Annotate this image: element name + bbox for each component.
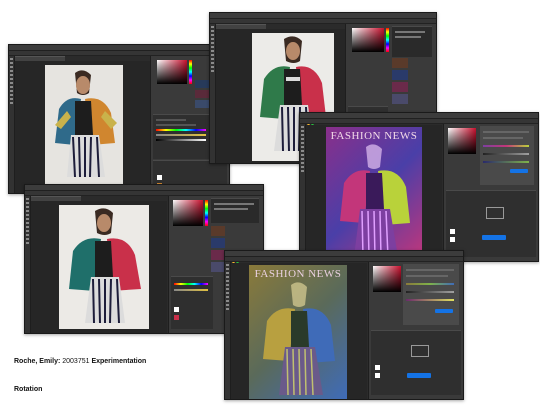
hue-slider[interactable] [205, 200, 208, 226]
layer-thumbnail[interactable] [450, 229, 455, 234]
model-photo [340, 144, 410, 258]
tutorial-thumbnail[interactable] [392, 58, 408, 68]
color-picker[interactable] [352, 28, 384, 52]
student-id: 2003751 [60, 358, 92, 365]
photo-canvas[interactable] [59, 205, 149, 329]
photoshop-window-5[interactable]: FASHION NEWS [224, 250, 464, 400]
hue-slider[interactable] [386, 28, 389, 52]
author-caption: Roche, Emily: 2003751 Experimentation [14, 358, 146, 365]
tutorial-thumbnail[interactable] [211, 262, 225, 272]
project-title: Experimentation [91, 358, 147, 365]
photoshop-window-1[interactable] [8, 44, 230, 194]
canvas-area[interactable]: FASHION NEWS [306, 125, 442, 261]
layer-thumbnail[interactable] [157, 175, 162, 180]
properties-panel[interactable] [171, 276, 213, 329]
model-photo [45, 65, 123, 189]
libraries-panel[interactable] [371, 330, 461, 395]
poster-canvas[interactable]: FASHION NEWS [326, 127, 422, 261]
tutorial-thumbnail[interactable] [211, 238, 225, 248]
adjustment-dialog[interactable] [480, 126, 534, 185]
photoshop-window-3[interactable]: FASHION NEWS [299, 112, 539, 262]
author-name: Roche, Emily: [14, 358, 61, 365]
adjustment-dialog[interactable] [403, 264, 459, 325]
tutorial-thumbnail[interactable] [211, 250, 225, 260]
canvas-area[interactable]: FASHION NEWS [231, 263, 367, 399]
canvas-area[interactable] [31, 201, 167, 333]
libraries-panel[interactable] [446, 190, 536, 257]
photo-canvas[interactable] [45, 65, 123, 189]
layer-thumbnail[interactable] [174, 315, 179, 320]
right-panels[interactable] [368, 262, 463, 399]
color-picker[interactable] [173, 200, 203, 226]
layer-thumbnail[interactable] [375, 373, 380, 378]
poster-canvas[interactable]: FASHION NEWS [249, 265, 347, 399]
layer-thumbnail[interactable] [450, 237, 455, 242]
ok-button[interactable] [435, 309, 453, 313]
learn-panel[interactable] [211, 198, 259, 223]
device-icon [411, 345, 429, 357]
color-picker[interactable] [373, 266, 401, 292]
model-photo [59, 205, 149, 329]
ok-button[interactable] [510, 169, 528, 173]
layer-thumbnail[interactable] [375, 365, 380, 370]
hue-slider[interactable] [189, 60, 192, 84]
tutorial-thumbnail[interactable] [392, 70, 408, 80]
color-picker[interactable] [157, 60, 187, 84]
tutorial-thumbnail[interactable] [392, 94, 408, 104]
layer-thumbnail[interactable] [174, 307, 179, 312]
model-photo [263, 282, 335, 396]
create-library-button[interactable] [407, 373, 431, 378]
right-panels[interactable] [443, 124, 538, 261]
create-library-button[interactable] [482, 235, 506, 240]
tutorial-thumbnail[interactable] [211, 226, 225, 236]
section-subtitle: Rotation [14, 386, 43, 393]
color-picker[interactable] [448, 128, 476, 154]
canvas-area[interactable] [15, 61, 150, 193]
device-icon [486, 207, 504, 219]
tutorial-thumbnail[interactable] [392, 82, 408, 92]
learn-panel[interactable] [392, 26, 432, 57]
